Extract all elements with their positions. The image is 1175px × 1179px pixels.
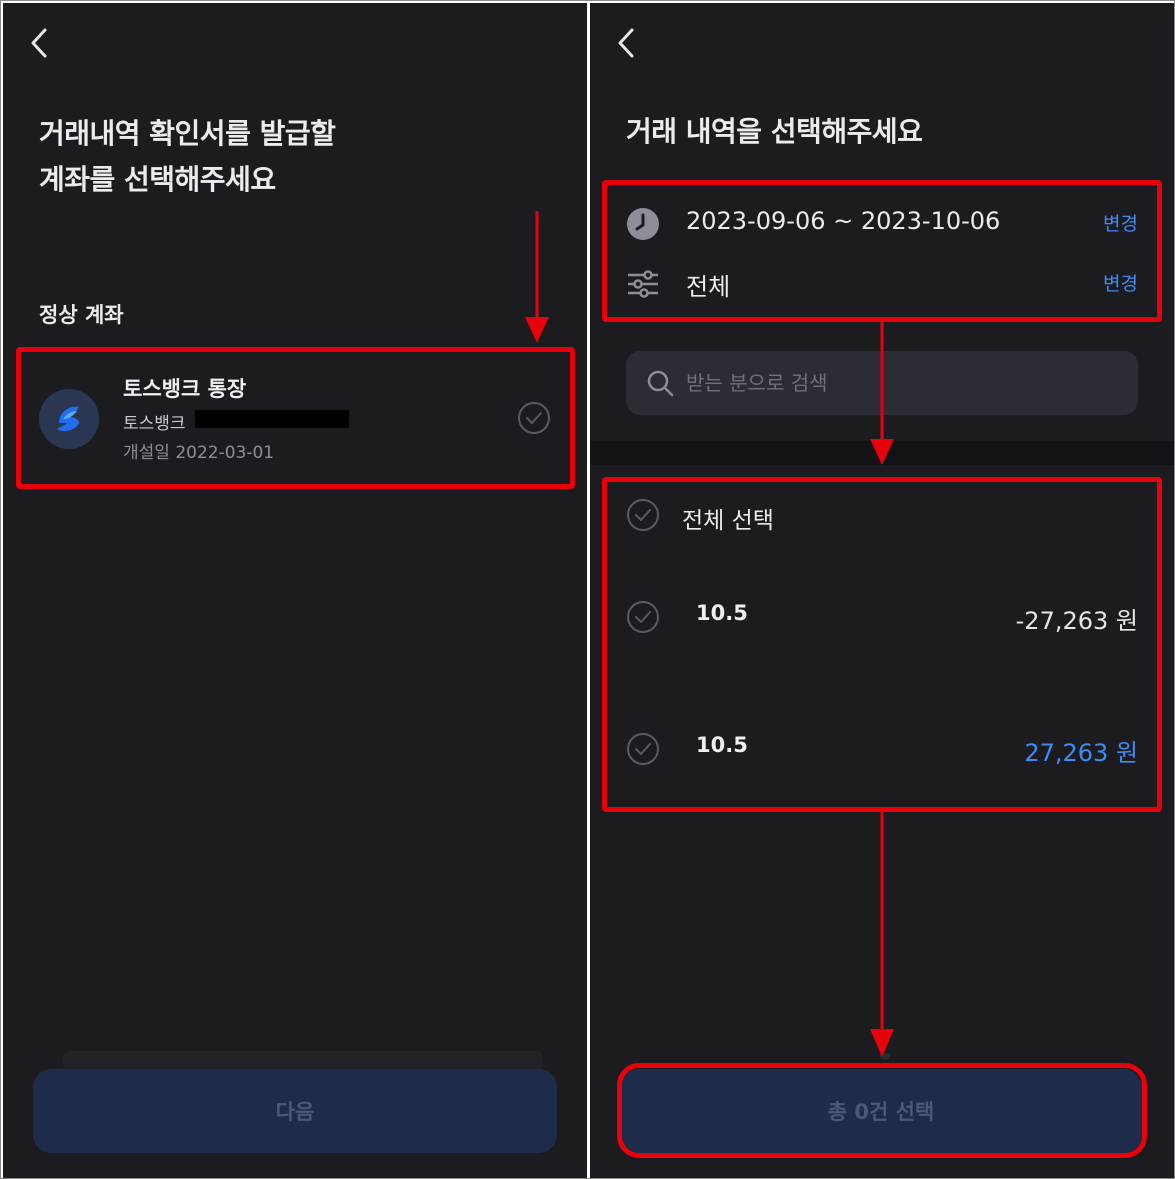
transaction-check-icon[interactable] [626, 732, 660, 766]
chevron-left-icon [618, 28, 634, 58]
transaction-amount: 27,263 원 [1024, 739, 1138, 767]
type-filter-row: 전체 변경 [610, 259, 1150, 307]
transaction-row[interactable]: 10.5 27,263 원 [610, 725, 1150, 773]
date-range-text: 2023-09-06 ~ 2023-10-06 [686, 207, 1001, 235]
account-name: 토스뱅크 통장 [123, 377, 247, 401]
search-input[interactable] [686, 351, 1116, 415]
transaction-date: 10.5 [696, 601, 748, 625]
section-label-normal-accounts: 정상 계좌 [39, 303, 124, 327]
total-select-button[interactable]: 총 0건 선택 [620, 1069, 1142, 1153]
search-icon [647, 370, 674, 397]
back-button[interactable] [25, 25, 53, 61]
type-change-link[interactable]: 변경 [1103, 269, 1138, 296]
transaction-row[interactable]: 10.5 -27,263 원 [610, 593, 1150, 641]
chevron-left-icon [31, 28, 47, 58]
search-field[interactable] [626, 351, 1138, 415]
select-all-row[interactable]: 전체 선택 [610, 491, 1150, 539]
back-button[interactable] [612, 25, 640, 61]
select-all-label: 전체 선택 [682, 508, 774, 534]
screenshot-frame: 거래내역 확인서를 발급할 계좌를 선택해주세요 정상 계좌 토스뱅크 통장 토… [0, 0, 1175, 1179]
page-title: 거래 내역을 선택해주세요 [626, 115, 923, 148]
tossbank-logo-icon [39, 389, 99, 449]
clock-icon [626, 207, 660, 241]
next-button[interactable]: 다음 [33, 1069, 557, 1153]
account-bank: 토스뱅크 [123, 414, 186, 434]
section-divider [590, 441, 1174, 465]
account-select-screen: 거래내역 확인서를 발급할 계좌를 선택해주세요 정상 계좌 토스뱅크 통장 토… [3, 3, 587, 1178]
account-opened-date: 개설일 2022-03-01 [123, 443, 275, 463]
transaction-date: 10.5 [696, 733, 748, 757]
faded-indicator [880, 1053, 890, 1059]
account-card[interactable]: 토스뱅크 통장 토스뱅크 개설일 2022-03-01 [17, 349, 575, 489]
redacted-account-number [195, 410, 349, 428]
date-range-row: 2023-09-06 ~ 2023-10-06 변경 [610, 199, 1150, 247]
filter-sliders-icon [626, 267, 660, 301]
transaction-check-icon[interactable] [626, 600, 660, 634]
select-all-check-icon[interactable] [626, 498, 660, 532]
page-title: 거래내역 확인서를 발급할 계좌를 선택해주세요 [39, 117, 336, 196]
transaction-amount: -27,263 원 [1015, 607, 1138, 635]
transaction-select-screen: 거래 내역을 선택해주세요 2023-09-06 ~ 2023-10-06 변경 [590, 3, 1174, 1178]
date-change-link[interactable]: 변경 [1103, 209, 1138, 236]
faded-list-item [63, 1051, 543, 1071]
type-filter-text: 전체 [686, 273, 731, 301]
account-check-icon[interactable] [517, 401, 551, 435]
